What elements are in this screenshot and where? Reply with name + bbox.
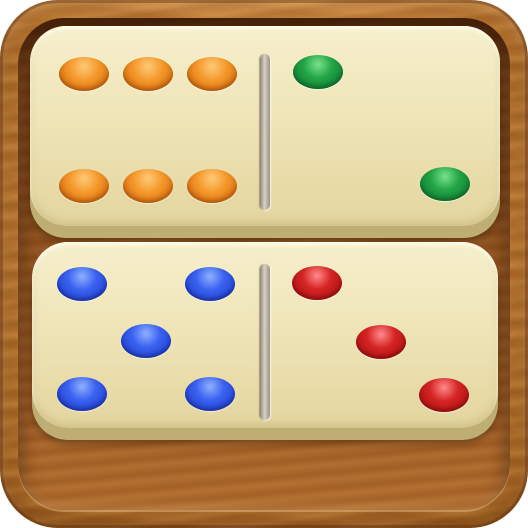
top-domino-right-half <box>265 26 500 226</box>
orange-pip <box>187 57 237 91</box>
blue-pip <box>185 377 235 411</box>
blue-pip <box>185 267 235 301</box>
orange-pip <box>59 57 109 91</box>
red-pip <box>292 266 342 300</box>
red-pip <box>356 325 406 359</box>
bottom-domino <box>32 242 498 428</box>
orange-pip <box>187 169 237 203</box>
green-pip <box>293 55 343 89</box>
red-pip <box>419 378 469 412</box>
orange-pip <box>59 169 109 203</box>
orange-pip <box>123 169 173 203</box>
top-domino-left-half <box>30 26 265 226</box>
bottom-domino-left-half <box>32 242 265 428</box>
green-pip <box>420 167 470 201</box>
top-domino <box>30 26 500 226</box>
bottom-domino-right-half <box>265 242 498 428</box>
orange-pip <box>123 57 173 91</box>
blue-pip <box>121 324 171 358</box>
blue-pip <box>57 377 107 411</box>
blue-pip <box>57 267 107 301</box>
app-icon[interactable] <box>0 0 528 528</box>
